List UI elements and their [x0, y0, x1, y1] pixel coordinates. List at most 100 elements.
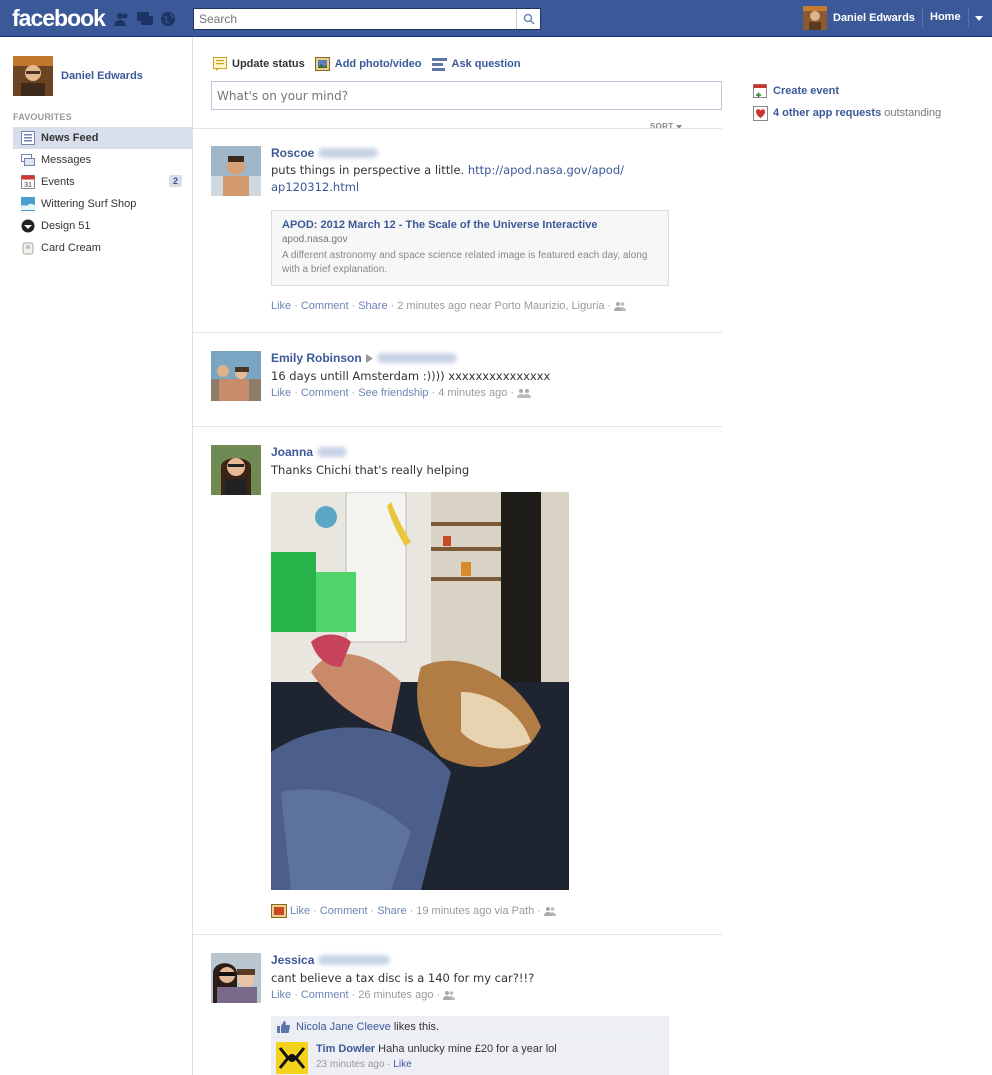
profile-link[interactable]: Daniel Edwards — [13, 56, 143, 96]
separator: · — [537, 905, 541, 917]
comment-link[interactable]: Comment — [301, 989, 349, 1001]
story-text: puts things in perspective a little. htt… — [271, 162, 722, 196]
story-author-name: Emily Robinson — [271, 351, 362, 365]
link-attachment[interactable]: APOD: 2012 March 12 - The Scale of the U… — [271, 210, 669, 286]
see-friendship-link[interactable]: See friendship — [358, 387, 428, 399]
home-link[interactable]: Home — [930, 11, 961, 23]
story-timestamp[interactable]: 2 minutes ago near Porto Maurizio, Ligur… — [397, 300, 604, 312]
comment-link[interactable]: Comment — [301, 300, 349, 312]
create-event-link[interactable]: Create event — [773, 85, 839, 97]
story-avatar[interactable] — [211, 953, 261, 1003]
user-avatar — [803, 6, 827, 30]
app-requests-link[interactable]: 4 other app requests — [773, 107, 881, 119]
link-line-1: http://apod.nasa.gov/apod/ — [467, 163, 625, 177]
blurred-surname — [318, 955, 391, 965]
public-audience-icon[interactable] — [517, 388, 531, 398]
story-avatar[interactable] — [211, 445, 261, 495]
notification-jewels — [113, 10, 177, 28]
app-requests-icon — [752, 105, 768, 121]
story-author-link[interactable]: Emily Robinson — [271, 351, 457, 365]
comment-link[interactable]: Comment — [320, 905, 368, 917]
story-photo[interactable] — [271, 492, 569, 890]
search-button[interactable] — [516, 9, 540, 29]
feed-story: Roscoe puts things in perspective a litt… — [211, 146, 722, 321]
chevron-down-icon — [974, 15, 983, 21]
sidebar-item-news-feed[interactable]: News Feed — [13, 127, 192, 149]
story-author-link[interactable]: Jessica — [271, 953, 391, 967]
comment-timestamp[interactable]: 23 minutes ago — [316, 1059, 384, 1070]
friends-audience-icon[interactable] — [614, 301, 627, 311]
notifications-globe-icon[interactable] — [159, 10, 177, 28]
comment-link[interactable]: Comment — [301, 387, 349, 399]
story-avatar[interactable] — [211, 146, 261, 196]
favourites-nav: News Feed Messages 31 Events 2 Wittering… — [13, 127, 192, 259]
comment-like-link[interactable]: Like — [393, 1059, 411, 1070]
sidebar-item-messages[interactable]: Messages — [13, 149, 192, 171]
share-link[interactable]: Share — [358, 300, 387, 312]
blurred-surname — [317, 447, 348, 457]
commenter-name-link[interactable]: Tim Dowler — [316, 1043, 375, 1055]
like-link[interactable]: Like — [271, 387, 291, 399]
top-user-link[interactable]: Daniel Edwards — [803, 6, 915, 30]
attachment-title: APOD: 2012 March 12 - The Scale of the U… — [282, 219, 598, 231]
story-timestamp[interactable]: 4 minutes ago — [438, 387, 507, 399]
story-body: Joanna Thanks Chichi that's really helpi… — [271, 445, 722, 479]
separator: · — [510, 387, 514, 399]
share-link[interactable]: Share — [377, 905, 406, 917]
story-body: Jessica cant believe a tax disc is a 140… — [271, 953, 722, 1001]
app-icon — [20, 240, 36, 256]
tab-add-photo-video[interactable]: Add photo/video — [314, 56, 422, 71]
liker-name-link[interactable]: Nicola Jane Cleeve — [296, 1021, 391, 1033]
feed-divider — [193, 332, 722, 333]
separator: · — [436, 989, 441, 1001]
story-author-name: Jessica — [271, 953, 315, 967]
status-box — [211, 81, 722, 110]
sort-menu[interactable]: SORT — [650, 122, 682, 131]
messages-icon — [20, 152, 36, 168]
search-input[interactable] — [194, 9, 516, 29]
feed-divider — [193, 128, 722, 129]
likes-sentence: Nicola Jane Cleeve likes this. — [271, 1016, 669, 1038]
story-timestamp[interactable]: 26 minutes ago — [358, 989, 433, 1001]
account-menu-button[interactable] — [968, 8, 988, 28]
commenter-avatar[interactable] — [276, 1042, 308, 1074]
feed-story: Jessica cant believe a tax disc is a 140… — [211, 953, 722, 1013]
messages-icon[interactable] — [136, 10, 154, 28]
status-input[interactable] — [212, 82, 721, 109]
story-avatar[interactable] — [211, 351, 261, 401]
like-link[interactable]: Like — [271, 989, 291, 1001]
tab-update-status[interactable]: Update status — [212, 56, 305, 71]
likes-suffix: likes this. — [393, 1020, 440, 1033]
page-icon — [20, 218, 36, 234]
friends-audience-icon[interactable] — [443, 990, 456, 1000]
story-timestamp[interactable]: 19 minutes ago via Path — [416, 905, 534, 917]
separator: · — [351, 387, 356, 399]
story-author-link[interactable]: Roscoe — [271, 146, 379, 160]
photo-icon — [314, 56, 330, 71]
tab-ask-question[interactable]: Ask question — [431, 56, 521, 71]
sidebar-item-design-51[interactable]: Design 51 — [13, 215, 192, 237]
left-sidebar: Daniel Edwards FAVOURITES News Feed Mess… — [0, 37, 193, 1075]
friends-audience-icon[interactable] — [543, 906, 556, 916]
tab-label: Ask question — [451, 57, 521, 70]
calendar-icon: 31 — [20, 174, 36, 190]
create-event-item[interactable]: Create event — [752, 80, 941, 102]
like-link[interactable]: Like — [271, 300, 291, 312]
separator: · — [390, 300, 395, 312]
question-icon — [431, 56, 447, 71]
app-requests-item[interactable]: 4 other app requests outstanding — [752, 102, 941, 124]
separator: · — [431, 387, 436, 399]
blurred-recipient — [376, 353, 457, 363]
sidebar-item-events[interactable]: 31 Events 2 — [13, 171, 192, 193]
story-author-link[interactable]: Joanna — [271, 445, 348, 459]
story-message: cant believe a tax disc is a 140 for my … — [271, 971, 535, 985]
composer-tabs: Update status Add photo/video Ask questi… — [212, 56, 521, 71]
path-app-icon[interactable] — [271, 904, 287, 918]
like-link[interactable]: Like — [290, 905, 310, 917]
friend-requests-icon[interactable] — [113, 10, 131, 28]
sidebar-item-card-cream[interactable]: Card Cream — [13, 237, 192, 259]
story-meta: Like · Comment · Share · 19 minutes ago via… — [271, 904, 556, 918]
sidebar-item-wittering-surf-shop[interactable]: Wittering Surf Shop — [13, 193, 192, 215]
comment-text: Tim Dowler Haha unlucky mine £20 for a y… — [316, 1043, 557, 1055]
facebook-logo[interactable]: facebook — [12, 5, 106, 32]
